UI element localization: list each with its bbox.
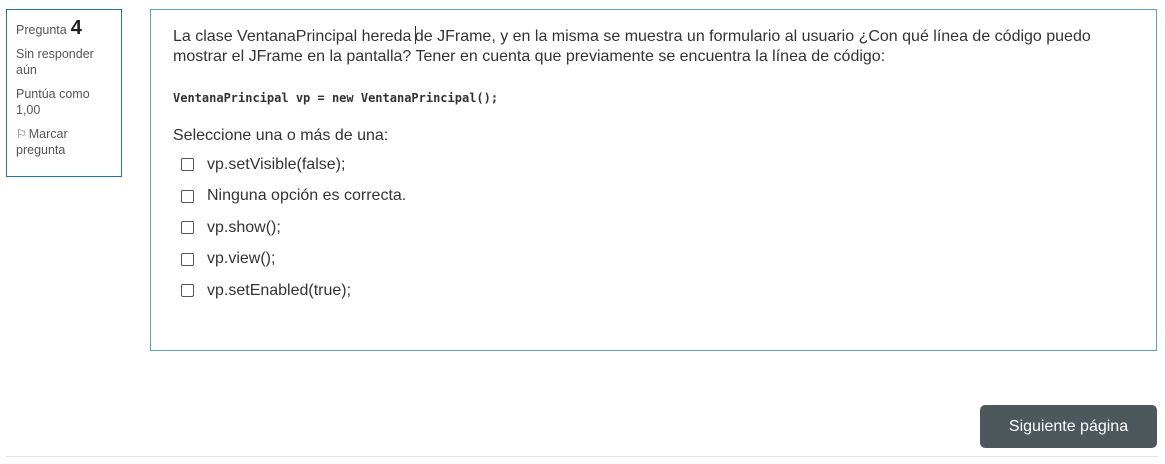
quiz-page: Pregunta 4 Sin responder aún Puntúa como… [0, 0, 1165, 464]
answer-checkbox[interactable] [181, 252, 194, 266]
question-number-label: Pregunta 4 [16, 17, 112, 39]
answer-option[interactable]: vp.view(); [173, 244, 1134, 276]
answer-option[interactable]: vp.setVisible(false); [173, 149, 1134, 181]
answer-label: vp.show(); [207, 218, 281, 236]
answer-checkbox[interactable] [181, 284, 194, 298]
answer-label: vp.setVisible(false); [207, 155, 346, 173]
question-state: Sin responder aún [16, 47, 94, 77]
question-grade: Puntúa como 1,00 [16, 87, 90, 117]
question-number: 4 [70, 17, 82, 39]
question-text: La clase VentanaPrincipal hereda de JFra… [173, 26, 1123, 67]
flag-icon: ⚐ [16, 127, 27, 141]
answer-checkbox[interactable] [181, 189, 194, 203]
answer-checkbox[interactable] [181, 221, 194, 235]
question-text-part-1: La clase VentanaPrincipal hereda [173, 28, 416, 45]
code-snippet: VentanaPrincipal vp = new VentanaPrincip… [173, 91, 499, 105]
answer-checkbox[interactable] [181, 158, 194, 172]
answer-option[interactable]: vp.show(); [173, 212, 1134, 244]
answer-list: vp.setVisible(false); Ninguna opción es … [173, 149, 1134, 307]
answer-label: vp.view(); [207, 250, 276, 268]
answer-label: vp.setEnabled(true); [207, 281, 352, 299]
answer-label: Ninguna opción es correcta. [207, 187, 407, 205]
question-panel: La clase VentanaPrincipal hereda de JFra… [150, 9, 1157, 351]
answer-option[interactable]: Ninguna opción es correcta. [173, 181, 1134, 213]
answer-prompt: Seleccione una o más de una: [173, 127, 389, 144]
question-label-text: Pregunta [16, 23, 67, 37]
bottom-divider [6, 456, 1158, 457]
question-info-panel: Pregunta 4 Sin responder aún Puntúa como… [6, 9, 122, 177]
answer-option[interactable]: vp.setEnabled(true); [173, 275, 1134, 307]
next-page-button[interactable]: Siguiente página [980, 405, 1157, 448]
flag-question-link[interactable]: ⚐ Marcar pregunta [16, 126, 112, 158]
